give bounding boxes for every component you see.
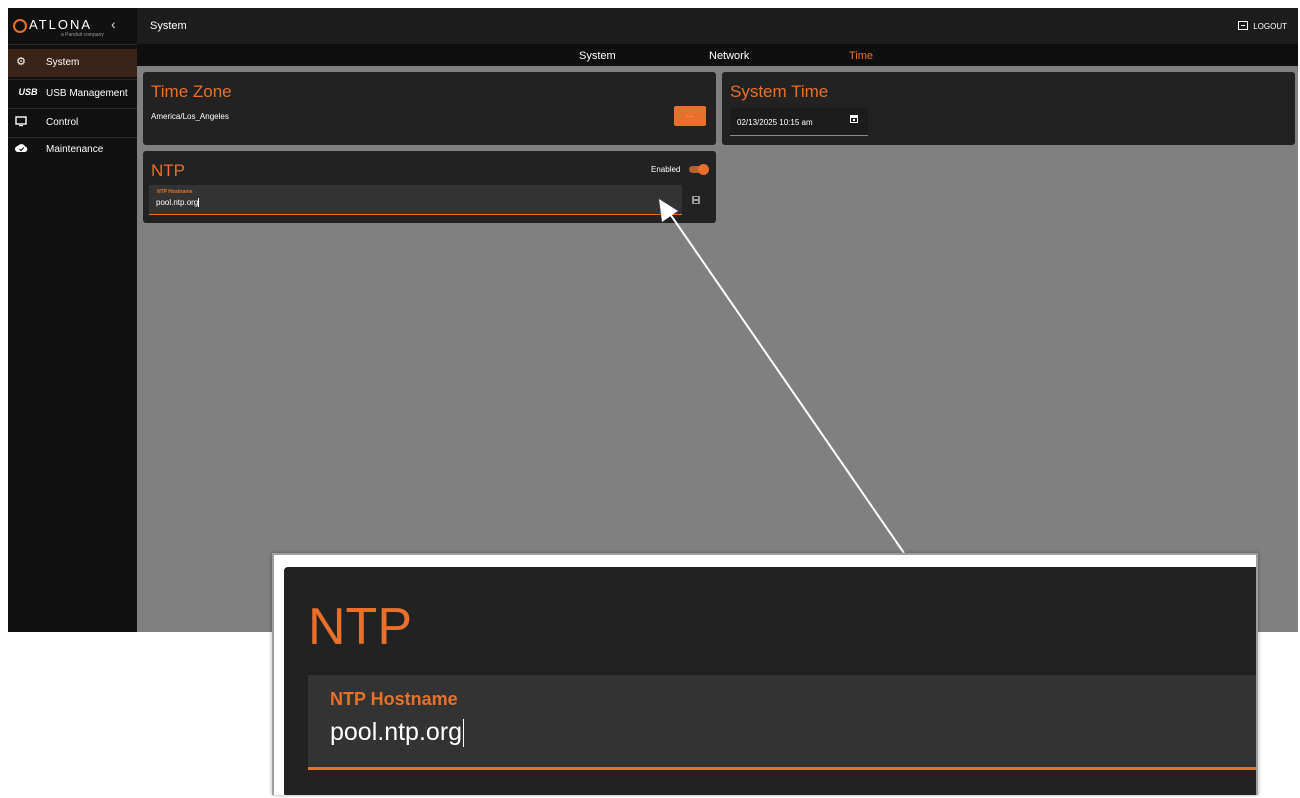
sidebar-item-system[interactable]: ⚙ System	[8, 49, 137, 77]
zoomed-ntp-card: NTP NTP Hostname pool.ntp.org	[284, 567, 1256, 795]
ntp-hostname-field[interactable]: NTP Hostname pool.ntp.org	[149, 185, 682, 215]
toggle-knob	[698, 164, 709, 175]
cloud-icon	[13, 142, 29, 158]
top-bar: System LOGOUT	[137, 8, 1298, 44]
time-zone-title: Time Zone	[151, 82, 232, 101]
system-time-card: System Time 02/13/2025 10:15 am	[722, 72, 1295, 145]
logout-label: LOGOUT	[1253, 22, 1287, 31]
save-icon[interactable]	[692, 196, 700, 204]
ntp-title: NTP	[151, 161, 185, 180]
ntp-hostname-value: pool.ntp.org	[156, 198, 199, 207]
brand-name: ATLONA	[29, 17, 93, 32]
system-time-title: System Time	[730, 82, 829, 101]
monitor-icon	[13, 115, 29, 131]
sidebar-item-label: Control	[46, 117, 79, 128]
select-time-zone-button[interactable]: ...	[674, 106, 706, 126]
brand-tagline: a Panduit company	[61, 32, 104, 38]
tab-bar: System Network Time	[137, 44, 1298, 66]
atlona-logo-icon	[13, 19, 27, 33]
time-zone-value: America/Los_Angeles	[151, 112, 229, 121]
time-zone-card: Time Zone America/Los_Angeles ...	[143, 72, 716, 145]
zoomed-ntp-hostname-field: NTP Hostname pool.ntp.org	[308, 675, 1256, 770]
sidebar-item-label: Maintenance	[46, 144, 104, 155]
ntp-hostname-input[interactable]: pool.ntp.org	[156, 198, 200, 208]
page-title: System	[150, 20, 187, 32]
text-caret	[463, 719, 465, 748]
zoom-callout: NTP NTP Hostname pool.ntp.org	[272, 553, 1258, 795]
sidebar: ATLONA a Panduit company ‹ ⚙ System USB …	[8, 8, 137, 632]
sidebar-item-label: System	[46, 57, 80, 68]
brand-logo: ATLONA a Panduit company ‹	[8, 8, 137, 45]
tab-system[interactable]: System	[579, 50, 616, 62]
collapse-sidebar-chevron-icon[interactable]: ‹	[111, 16, 116, 32]
text-caret	[198, 198, 200, 208]
calendar-icon[interactable]	[850, 115, 858, 123]
usb-icon: USB	[18, 87, 38, 97]
zoomed-ntp-hostname-input: pool.ntp.org	[330, 718, 465, 748]
tab-time[interactable]: Time	[849, 50, 873, 62]
zoomed-ntp-hostname-label: NTP Hostname	[330, 689, 458, 709]
tab-network[interactable]: Network	[709, 50, 749, 62]
sidebar-item-control[interactable]: Control	[8, 109, 137, 137]
ntp-enabled-toggle[interactable]	[689, 164, 709, 176]
zoomed-ntp-title: NTP	[308, 598, 412, 656]
system-time-input[interactable]: 02/13/2025 10:15 am	[730, 108, 868, 136]
sidebar-item-maintenance[interactable]: Maintenance	[8, 136, 137, 164]
app-window: ATLONA a Panduit company ‹ ⚙ System USB …	[8, 8, 1298, 632]
sidebar-item-usb-management[interactable]: USB USB Management	[8, 80, 137, 108]
logout-icon	[1238, 21, 1249, 30]
logout-button[interactable]: LOGOUT	[1238, 21, 1287, 31]
system-time-value: 02/13/2025 10:15 am	[737, 118, 813, 127]
zoomed-ntp-hostname-value: pool.ntp.org	[330, 718, 463, 746]
ntp-enabled-label: Enabled	[651, 165, 681, 174]
ntp-hostname-label: NTP Hostname	[157, 189, 193, 195]
sidebar-item-label: USB Management	[46, 88, 128, 99]
ntp-card: NTP Enabled NTP Hostname pool.ntp.org	[143, 151, 716, 223]
gear-icon: ⚙	[16, 56, 26, 68]
